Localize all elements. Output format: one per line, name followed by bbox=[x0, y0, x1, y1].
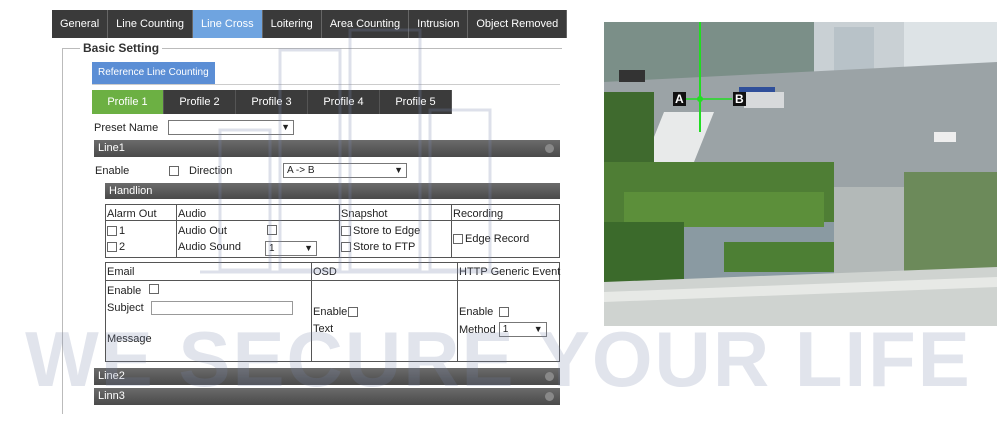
tab-loitering[interactable]: Loitering bbox=[262, 10, 322, 38]
handling-header: Handlion bbox=[105, 183, 560, 199]
email-subject-input[interactable] bbox=[151, 301, 293, 315]
osd-text-label: Text bbox=[313, 323, 334, 335]
tab-line-counting[interactable]: Line Counting bbox=[108, 10, 194, 38]
audio-out-label: Audio Out bbox=[178, 225, 227, 237]
snapshot-header: Snapshot bbox=[341, 208, 388, 220]
tab-line-cross[interactable]: Line Cross bbox=[193, 10, 263, 38]
http-header: HTTP Generic Event bbox=[459, 266, 561, 278]
direction-value: A -> B bbox=[287, 165, 315, 176]
direction-label: Direction bbox=[189, 164, 233, 177]
edge-record-option: Edge Record bbox=[453, 233, 529, 245]
chevron-down-icon: ▼ bbox=[533, 324, 543, 334]
alarm-out-2-label: 2 bbox=[119, 241, 126, 253]
fieldset-border-left bbox=[62, 48, 63, 414]
direction-select[interactable]: A -> B ▼ bbox=[283, 163, 407, 178]
audio-out-checkbox[interactable] bbox=[267, 225, 277, 235]
tab-general[interactable]: General bbox=[52, 10, 109, 38]
alarm-out-header: Alarm Out bbox=[107, 208, 157, 220]
collapse-icon bbox=[545, 144, 554, 153]
audio-sound-label: Audio Sound bbox=[178, 241, 241, 253]
notify-header-rule bbox=[105, 280, 560, 281]
email-subject-label: Subject bbox=[107, 302, 144, 314]
store-edge-checkbox[interactable] bbox=[341, 226, 351, 236]
tab-object-removed[interactable]: Object Removed bbox=[468, 10, 568, 38]
tab-profile-2[interactable]: Profile 2 bbox=[164, 90, 236, 114]
alarm-out-1-checkbox[interactable] bbox=[107, 226, 117, 236]
chevron-down-icon: ▼ bbox=[394, 165, 403, 175]
preset-name-row: Preset Name ▼ bbox=[94, 120, 294, 135]
line1-enable-checkbox[interactable] bbox=[169, 165, 179, 176]
email-enable-checkbox[interactable] bbox=[149, 284, 159, 294]
line2-title: Line2 bbox=[98, 370, 125, 382]
handling-title: Handlion bbox=[109, 185, 153, 197]
http-enable-label: Enable bbox=[459, 306, 494, 318]
audio-header: Audio bbox=[178, 208, 207, 220]
chevron-down-icon: ▼ bbox=[281, 122, 290, 132]
expand-icon bbox=[545, 392, 554, 401]
subtab-divider bbox=[92, 84, 560, 85]
audio-sound-value: 1 bbox=[269, 243, 275, 254]
alarm-out-option-1: 1 bbox=[107, 225, 125, 237]
line1-enable-row: Enable Direction A -> B ▼ bbox=[95, 163, 407, 178]
email-enable-label: Enable bbox=[107, 285, 142, 297]
http-method-row: Method 1 ▼ bbox=[459, 322, 547, 337]
edge-record-label: Edge Record bbox=[465, 233, 530, 245]
tab-intrusion[interactable]: Intrusion bbox=[409, 10, 469, 38]
http-method-label: Method bbox=[459, 323, 496, 336]
line3-title: Linn3 bbox=[98, 390, 125, 402]
email-message-label: Message bbox=[107, 333, 152, 345]
osd-header: OSD bbox=[313, 266, 337, 278]
alarm-out-1-label: 1 bbox=[119, 225, 126, 237]
http-enable-row: Enable bbox=[459, 306, 510, 318]
line3-header[interactable]: Linn3 bbox=[94, 388, 560, 405]
enable-label: Enable bbox=[95, 164, 130, 177]
preset-name-select[interactable]: ▼ bbox=[168, 120, 294, 135]
reference-line-counting-tab[interactable]: Reference Line Counting bbox=[92, 62, 215, 84]
store-ftp-option: Store to FTP bbox=[341, 241, 415, 253]
main-tabbar: General Line Counting Line Cross Loiteri… bbox=[52, 10, 568, 38]
http-method-value: 1 bbox=[502, 324, 509, 335]
preset-name-label: Preset Name bbox=[94, 121, 159, 134]
tab-profile-5[interactable]: Profile 5 bbox=[380, 90, 452, 114]
expand-icon bbox=[545, 372, 554, 381]
osd-enable-label: Enable bbox=[313, 306, 348, 318]
tab-area-counting[interactable]: Area Counting bbox=[321, 10, 410, 38]
camera-scene-image bbox=[604, 22, 997, 326]
profile-tabs: Profile 1 Profile 2 Profile 3 Profile 4 … bbox=[92, 90, 452, 114]
recording-header: Recording bbox=[453, 208, 504, 220]
chevron-down-icon: ▼ bbox=[304, 243, 313, 253]
store-ftp-checkbox[interactable] bbox=[341, 242, 351, 252]
store-edge-option: Store to Edge bbox=[341, 225, 420, 237]
tab-profile-4[interactable]: Profile 4 bbox=[308, 90, 380, 114]
line-handle[interactable] bbox=[697, 96, 703, 102]
line2-header[interactable]: Line2 bbox=[94, 368, 560, 385]
basic-setting-legend: Basic Setting bbox=[80, 41, 163, 55]
http-enable-checkbox[interactable] bbox=[499, 307, 510, 317]
edge-record-checkbox[interactable] bbox=[453, 234, 463, 244]
line1-header[interactable]: Line1 bbox=[94, 140, 560, 157]
line1-title: Line1 bbox=[98, 142, 125, 154]
store-ftp-label: Store to FTP bbox=[353, 241, 416, 253]
osd-enable-row: Enable bbox=[313, 306, 359, 318]
osd-enable-checkbox[interactable] bbox=[348, 307, 359, 317]
handling-header-rule bbox=[105, 220, 560, 221]
alarm-out-option-2: 2 bbox=[107, 241, 125, 253]
marker-b-label: B bbox=[733, 92, 746, 106]
http-method-select[interactable]: 1 ▼ bbox=[498, 322, 547, 337]
store-edge-label: Store to Edge bbox=[353, 225, 421, 237]
audio-sound-select[interactable]: 1 ▼ bbox=[265, 241, 317, 256]
tab-profile-3[interactable]: Profile 3 bbox=[236, 90, 308, 114]
email-header: Email bbox=[107, 266, 135, 278]
alarm-out-2-checkbox[interactable] bbox=[107, 242, 117, 252]
tab-profile-1[interactable]: Profile 1 bbox=[92, 90, 164, 114]
marker-a-label: A bbox=[673, 92, 686, 106]
camera-preview[interactable]: A B bbox=[604, 22, 997, 326]
